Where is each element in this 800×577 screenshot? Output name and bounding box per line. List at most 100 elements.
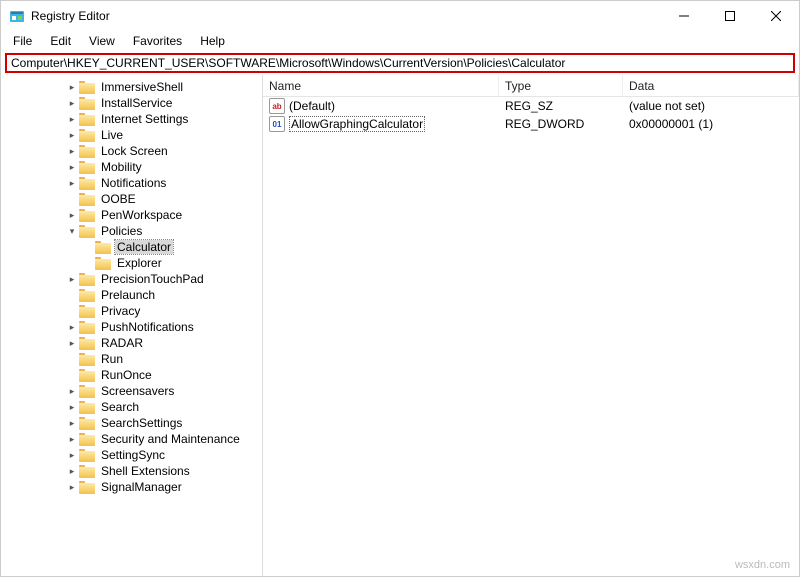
chevron-right-icon[interactable]: ▸ [65,210,79,221]
titlebar: Registry Editor [1,1,799,31]
tree-item-prelaunch[interactable]: Prelaunch [1,287,262,303]
chevron-right-icon[interactable]: ▸ [65,130,79,141]
chevron-right-icon[interactable]: ▸ [65,178,79,189]
dword-value-icon: 01 [269,116,285,132]
chevron-right-icon[interactable]: ▸ [65,450,79,461]
list-row[interactable]: ab(Default)REG_SZ(value not set) [263,97,799,115]
tree-item-label: Search [99,400,141,414]
tree-item-calculator[interactable]: Calculator [1,239,262,255]
chevron-right-icon[interactable]: ▸ [65,482,79,493]
tree-item-installservice[interactable]: ▸InstallService [1,95,262,111]
chevron-right-icon[interactable]: ▸ [65,386,79,397]
folder-icon [79,465,95,478]
tree-item-pushnotifications[interactable]: ▸PushNotifications [1,319,262,335]
chevron-right-icon[interactable]: ▸ [65,466,79,477]
minimize-button[interactable] [661,1,707,31]
list-pane[interactable]: Name Type Data ab(Default)REG_SZ(value n… [263,75,799,576]
folder-icon [79,385,95,398]
value-name: AllowGraphingCalculator [289,116,425,132]
folder-icon [79,193,95,206]
tree-item-label: Shell Extensions [99,464,192,478]
tree-item-label: Privacy [99,304,142,318]
chevron-down-icon[interactable]: ▾ [65,226,79,237]
menu-view[interactable]: View [81,32,123,50]
tree-item-label: SettingSync [99,448,167,462]
tree-item-lock-screen[interactable]: ▸Lock Screen [1,143,262,159]
tree-item-shell-extensions[interactable]: ▸ Shell Extensions [1,463,262,479]
list-header: Name Type Data [263,75,799,97]
tree-item-label: SignalManager [99,480,184,494]
menu-file[interactable]: File [5,32,40,50]
window-controls [661,1,799,31]
tree-item-explorer[interactable]: Explorer [1,255,262,271]
tree-item-settingsync[interactable]: ▸ SettingSync [1,447,262,463]
value-data: (value not set) [623,99,799,113]
list-row[interactable]: 01AllowGraphingCalculatorREG_DWORD0x0000… [263,115,799,133]
chevron-right-icon[interactable]: ▸ [65,82,79,93]
tree-item-notifications[interactable]: ▸ Notifications [1,175,262,191]
chevron-right-icon[interactable]: ▸ [65,338,79,349]
value-type: REG_SZ [499,99,623,113]
tree-item-label: Calculator [115,240,173,254]
chevron-right-icon[interactable]: ▸ [65,98,79,109]
folder-icon [79,433,95,446]
tree-item-oobe[interactable]: OOBE [1,191,262,207]
maximize-button[interactable] [707,1,753,31]
tree-item-policies[interactable]: ▾ Policies [1,223,262,239]
menu-edit[interactable]: Edit [42,32,79,50]
chevron-right-icon[interactable]: ▸ [65,114,79,125]
tree-item-runonce[interactable]: RunOnce [1,367,262,383]
chevron-right-icon[interactable]: ▸ [65,402,79,413]
tree-item-run[interactable]: Run [1,351,262,367]
tree-item-signalmanager[interactable]: ▸ SignalManager [1,479,262,495]
list-body: ab(Default)REG_SZ(value not set)01AllowG… [263,97,799,133]
tree-item-search[interactable]: ▸ Search [1,399,262,415]
tree-item-precisiontouchpad[interactable]: ▸ PrecisionTouchPad [1,271,262,287]
chevron-right-icon[interactable]: ▸ [65,418,79,429]
col-type-header[interactable]: Type [499,75,623,96]
tree-item-immersiveshell[interactable]: ▸ImmersiveShell [1,79,262,95]
tree-item-security-and-maintenance[interactable]: ▸ Security and Maintenance [1,431,262,447]
menu-favorites[interactable]: Favorites [125,32,190,50]
tree-item-label: Policies [99,224,144,238]
tree-item-label: SearchSettings [99,416,184,430]
tree-item-internet-settings[interactable]: ▸Internet Settings [1,111,262,127]
tree-item-radar[interactable]: ▸RADAR [1,335,262,351]
tree-item-live[interactable]: ▸Live [1,127,262,143]
tree-item-penworkspace[interactable]: ▸ PenWorkspace [1,207,262,223]
tree-item-searchsettings[interactable]: ▸ SearchSettings [1,415,262,431]
address-bar-container: Computer\HKEY_CURRENT_USER\SOFTWARE\Micr… [1,51,799,75]
folder-icon [79,129,95,142]
value-name: (Default) [289,99,335,113]
tree-pane[interactable]: ▸ImmersiveShell▸InstallService▸Internet … [1,75,263,576]
close-button[interactable] [753,1,799,31]
col-data-header[interactable]: Data [623,75,799,96]
tree-item-privacy[interactable]: Privacy [1,303,262,319]
folder-icon [95,257,111,270]
col-name-header[interactable]: Name [263,75,499,96]
tree-item-label: PrecisionTouchPad [99,272,206,286]
regedit-icon [9,8,25,24]
chevron-right-icon[interactable]: ▸ [65,162,79,173]
watermark: wsxdn.com [735,559,790,571]
chevron-right-icon[interactable]: ▸ [65,274,79,285]
folder-icon [79,481,95,494]
tree-item-label: Prelaunch [99,288,157,302]
tree-item-screensavers[interactable]: ▸Screensavers [1,383,262,399]
tree-item-mobility[interactable]: ▸Mobility [1,159,262,175]
tree-item-label: OOBE [99,192,138,206]
folder-icon [95,241,111,254]
chevron-right-icon[interactable]: ▸ [65,322,79,333]
tree-item-label: PenWorkspace [99,208,184,222]
menu-help[interactable]: Help [192,32,233,50]
folder-icon [79,417,95,430]
folder-icon [79,449,95,462]
tree-item-label: Security and Maintenance [99,432,242,446]
folder-icon [79,113,95,126]
folder-icon [79,289,95,302]
address-bar[interactable]: Computer\HKEY_CURRENT_USER\SOFTWARE\Micr… [5,53,795,73]
chevron-right-icon[interactable]: ▸ [65,146,79,157]
chevron-right-icon[interactable]: ▸ [65,434,79,445]
folder-icon [79,401,95,414]
tree-item-label: Notifications [99,176,168,190]
